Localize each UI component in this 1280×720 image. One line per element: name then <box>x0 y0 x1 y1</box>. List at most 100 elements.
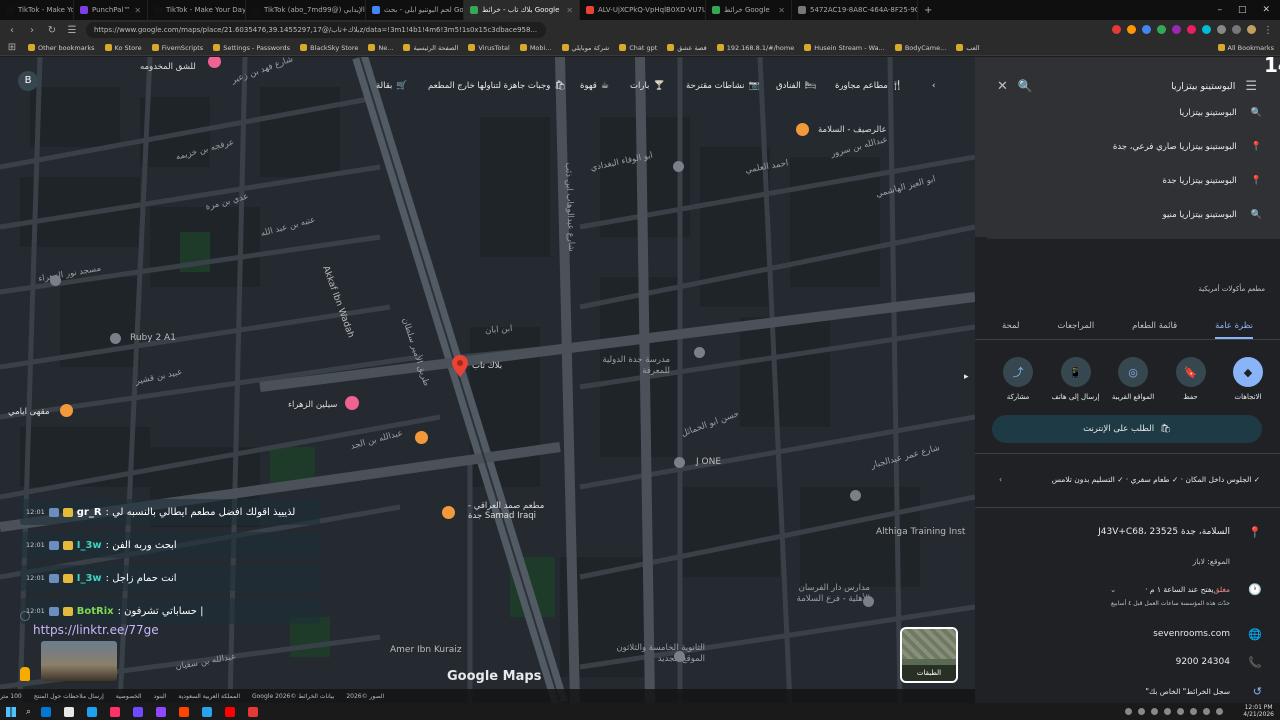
search-suggestion[interactable]: البوستينو بيتزاريا طريق الملك🔍 <box>987 232 1280 239</box>
address-row[interactable]: J43V+C68، السلامة، جدة 23525 📍 <box>975 526 1280 539</box>
minimize-button[interactable]: – <box>1217 5 1222 15</box>
browser-tab[interactable]: بلاك تاب - خرائط Google ✕ <box>464 0 580 20</box>
bookmark-item[interactable]: 192.168.8.1/#/home <box>716 44 794 52</box>
search-box[interactable]: ✕ 🔍 ☰ <box>987 69 1267 103</box>
place-marker-icon[interactable] <box>452 355 468 377</box>
extension-icon[interactable] <box>1157 24 1166 34</box>
collapse-panel-icon[interactable]: ▸ <box>964 372 969 382</box>
poi-pin-icon[interactable] <box>345 396 359 410</box>
reload-icon[interactable]: ↻ <box>46 25 58 36</box>
close-icon[interactable]: ✕ <box>997 79 1008 94</box>
taskbar-app-icon[interactable] <box>202 706 213 717</box>
map-chip-more-icon[interactable]: ‹ <box>932 79 935 93</box>
bookmark-item[interactable]: Mobi... <box>519 44 552 52</box>
generic-pin-icon[interactable] <box>110 333 121 344</box>
extension-icon[interactable] <box>1112 24 1121 34</box>
bookmark-item[interactable]: Ko Store <box>104 44 142 52</box>
category-chip[interactable]: بارات 🍸 <box>630 79 665 93</box>
bookmark-item[interactable]: FivemScripts <box>151 44 203 52</box>
taskbar-app-icon[interactable] <box>41 706 52 717</box>
search-suggestion[interactable]: البوستينو بيتزاريا صاري فرعي، جدة 📍 <box>987 130 1280 164</box>
cafe-pin-icon[interactable] <box>60 404 73 417</box>
school-pin-icon[interactable] <box>850 490 861 501</box>
map-footer-item[interactable]: إرسال ملاحظات حول المنتج <box>34 693 104 700</box>
category-chip[interactable]: مطاعم مجاورة 🍴 <box>835 79 903 93</box>
extension-icon[interactable] <box>1127 24 1136 34</box>
tab-close-icon[interactable]: ✕ <box>134 6 141 15</box>
tray-icon[interactable] <box>1216 708 1224 715</box>
taskbar-app-icon[interactable] <box>87 706 98 717</box>
poi-label-samad[interactable]: مطعم صمد العراقي - جدة Samad Iraqi <box>468 501 558 521</box>
restaurant-pin-icon[interactable] <box>415 431 428 444</box>
new-tab-button[interactable]: + <box>918 5 938 16</box>
browser-tab[interactable]: TikTok - Make Your Day✕ <box>0 0 74 20</box>
tab-close-icon[interactable]: ✕ <box>566 6 573 15</box>
search-input[interactable] <box>1042 80 1236 92</box>
category-chip[interactable]: قهوة ☕ <box>580 79 609 93</box>
place-tab[interactable]: المراجعات <box>1057 321 1094 339</box>
generic-pin-icon[interactable] <box>673 161 684 172</box>
bookmark-item[interactable]: العب <box>956 44 980 52</box>
action-button[interactable]: ◎ المواقع القريبة <box>1108 357 1158 401</box>
extension-icon[interactable] <box>1217 24 1226 34</box>
profile-avatar[interactable] <box>1247 24 1256 34</box>
phone-row[interactable]: 9200 24304 📞 <box>975 656 1280 669</box>
map-footer-item[interactable]: 100 متر <box>0 693 22 700</box>
tray-icon[interactable] <box>1164 708 1172 715</box>
bookmark-item[interactable]: Other bookmarks <box>28 44 95 52</box>
tray-icon[interactable] <box>1177 708 1185 715</box>
bookmark-item[interactable]: VirusTotal <box>468 44 510 52</box>
close-window-button[interactable]: ✕ <box>1262 5 1270 15</box>
bookmark-item[interactable]: قصة عشق <box>667 44 707 52</box>
menu-kebab-icon[interactable]: ⋮ <box>1262 25 1274 36</box>
hours-row[interactable]: · يفتح عند الساعة ١ م مغلق 🕐 ⌄ <box>975 583 1280 596</box>
taskbar-app-icon[interactable] <box>156 706 167 717</box>
taskbar-app-icon[interactable] <box>225 706 236 717</box>
services-row[interactable]: الجلوس داخل المكان · ✓ طعام سفري · ✓ الت… <box>975 475 1280 484</box>
poi-label-selin[interactable]: سيلين الزهراء <box>288 400 337 410</box>
place-tab[interactable]: قائمة الطعام <box>1132 321 1177 339</box>
bookmark-item[interactable]: Chat gpt <box>619 44 657 52</box>
search-suggestion[interactable]: البوستينو بيتزاريا منيو 🔍 <box>987 198 1280 232</box>
bookmark-item[interactable]: BlackSky Store <box>300 44 358 52</box>
bookmark-item[interactable]: Settings - Passwords <box>213 44 290 52</box>
tray-icon[interactable] <box>1138 708 1146 715</box>
action-button[interactable]: ⤴ مشاركة <box>993 357 1043 401</box>
taskbar-app-icon[interactable] <box>133 706 144 717</box>
category-chip[interactable]: الفنادق 🛏 <box>776 79 816 93</box>
tray-icon[interactable] <box>1203 708 1211 715</box>
mosque-pin-icon[interactable] <box>50 275 61 286</box>
category-chip[interactable]: وجبات جاهزة لتناولها خارج المطعم 🛍 <box>428 79 566 93</box>
generic-pin-icon[interactable] <box>674 457 685 468</box>
layers-button[interactable]: الطبقات <box>900 627 958 683</box>
search-suggestion[interactable]: البوستينو بيتزاريا 🔍 <box>987 105 1280 130</box>
category-chip[interactable]: نشاطات مقترحة 📷 <box>686 79 760 93</box>
taskbar-app-icon[interactable] <box>110 706 121 717</box>
taskbar-app-icon[interactable] <box>64 706 75 717</box>
menu-hamburger-icon[interactable]: ☰ <box>1245 79 1257 94</box>
bookmark-item[interactable]: شركة موبايلي <box>561 44 609 52</box>
browser-tab[interactable]: TikTok - Make Your Day✕ <box>148 0 246 20</box>
school-pin-icon[interactable] <box>674 651 685 662</box>
forward-icon[interactable]: › <box>26 25 38 36</box>
action-button[interactable]: 📱 إرسال إلى هاتف <box>1051 357 1101 401</box>
extension-icon[interactable] <box>1172 24 1181 34</box>
poi-label-alraseef[interactable]: عالرصيف - السلامة <box>818 125 887 135</box>
search-suggestion[interactable]: البوستينو بيتزاريا جدة 📍 <box>987 164 1280 198</box>
school-pin-icon[interactable] <box>863 596 874 607</box>
apps-grid-icon[interactable]: ⊞ <box>6 42 18 53</box>
browser-tab[interactable]: PunchPal™ ✕ <box>74 0 148 20</box>
map-footer-item[interactable]: البنود <box>154 693 167 700</box>
school-pin-icon[interactable] <box>694 347 705 358</box>
tray-icon[interactable] <box>1151 708 1159 715</box>
chevron-down-icon[interactable]: ⌄ <box>1110 585 1116 594</box>
bookmark-item[interactable]: BodyCame... <box>894 44 946 52</box>
bookmark-item[interactable]: الصفحة الرئيسية <box>403 44 458 52</box>
taskbar-app-icon[interactable] <box>248 706 259 717</box>
website-row[interactable]: sevenrooms.com 🌐 <box>975 628 1280 641</box>
action-button[interactable]: 🔖 حفظ <box>1166 357 1216 401</box>
browser-tab[interactable]: TikTok (abo_7md99@) لحم الإيدابي✕ <box>246 0 366 20</box>
poi-label-top[interactable]: للشق المخدومه <box>140 62 196 72</box>
selected-place-label[interactable]: بلاك تاب <box>472 361 502 371</box>
extension-icon[interactable] <box>1232 24 1241 34</box>
